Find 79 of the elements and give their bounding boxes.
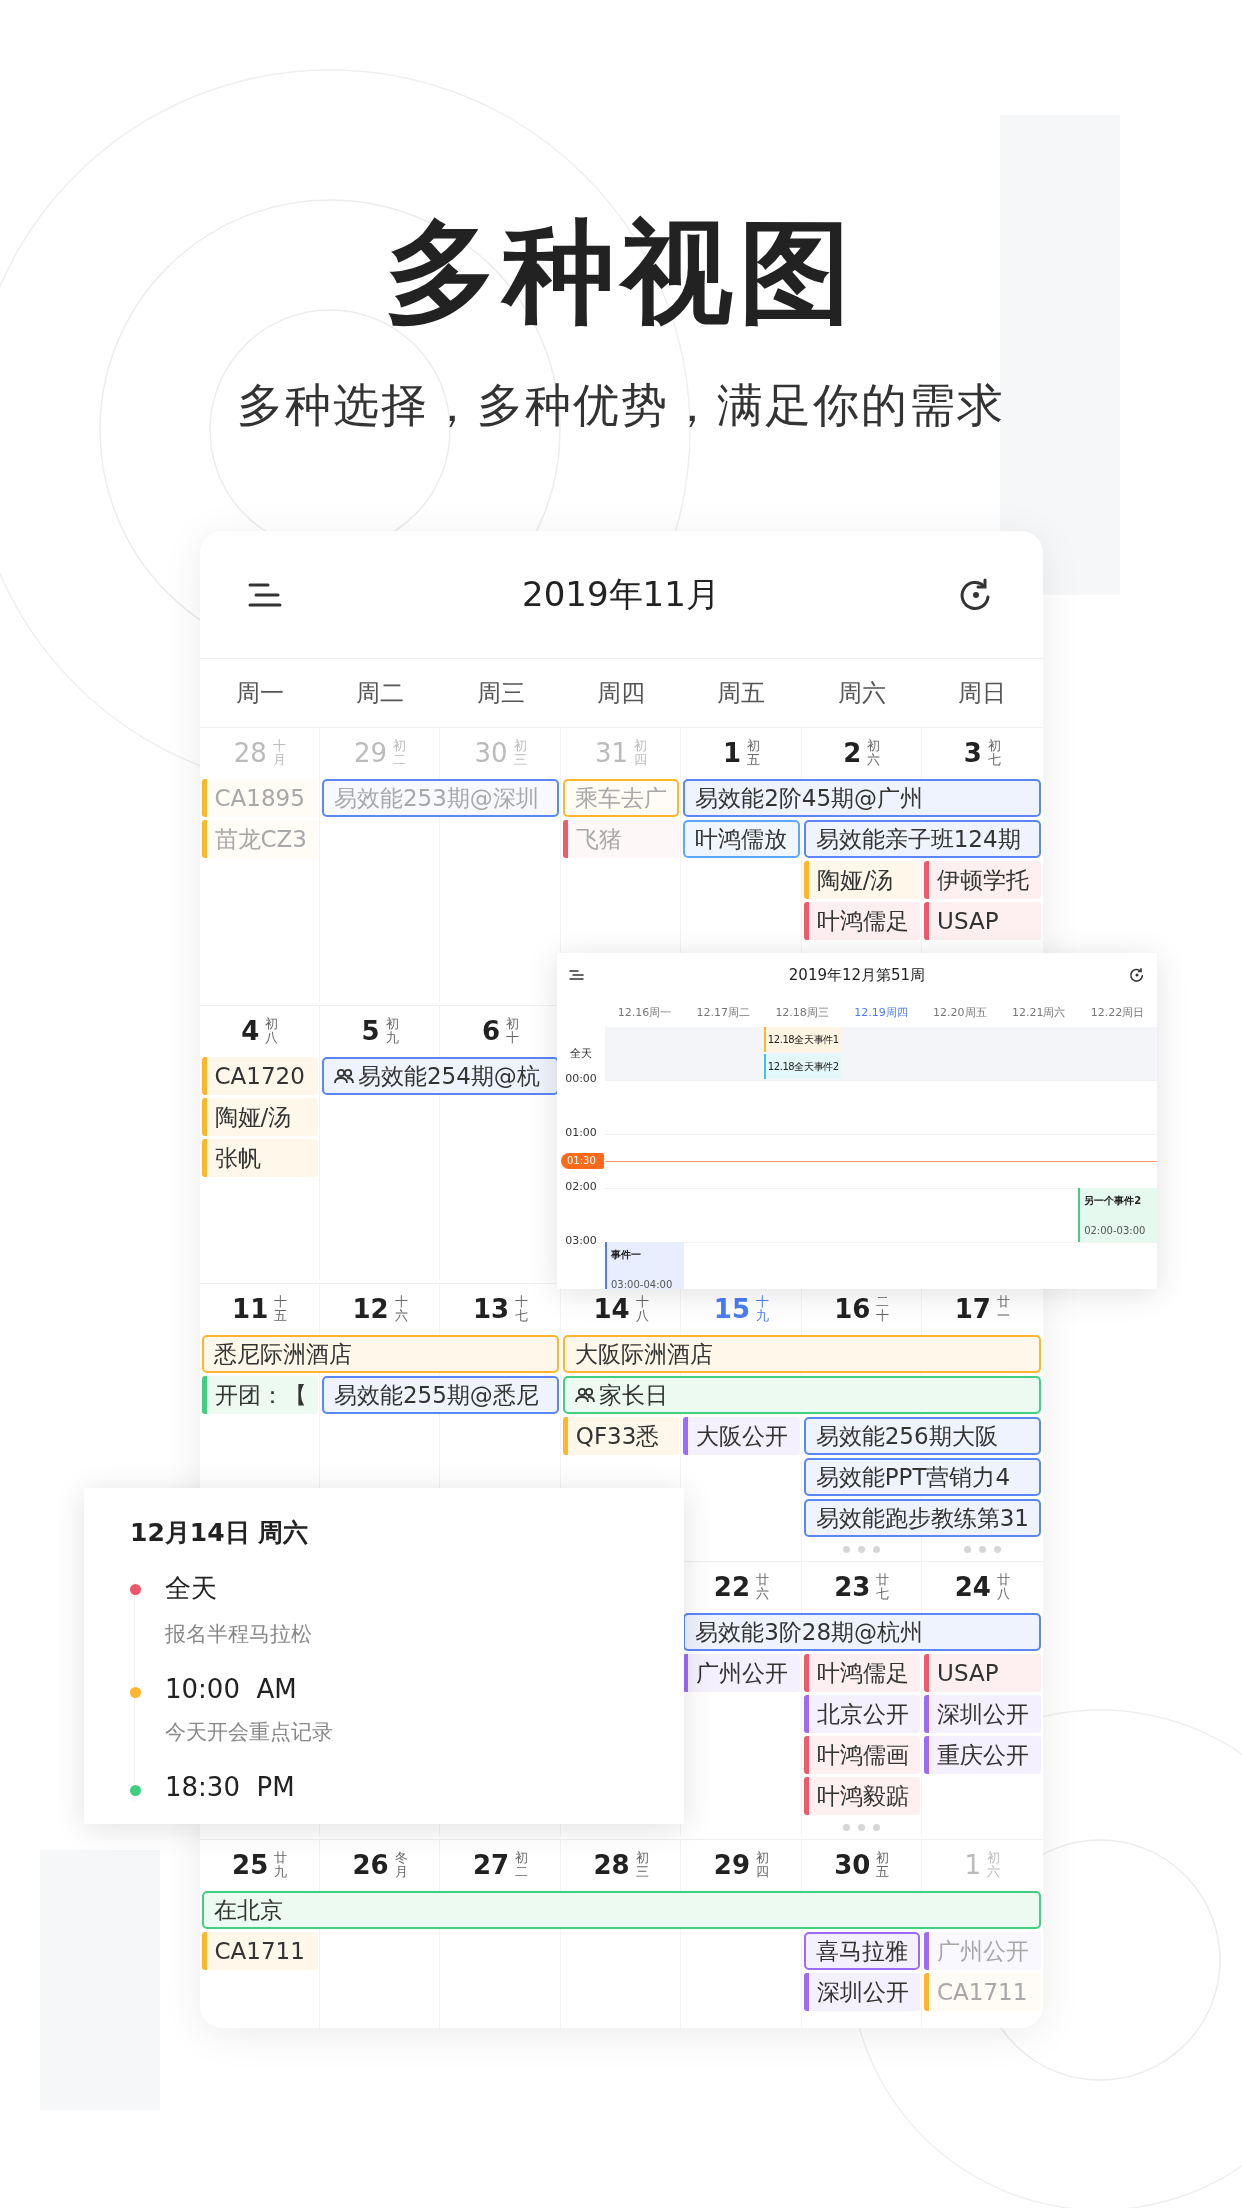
day-tab[interactable]: 12.18周三 xyxy=(762,1004,842,1020)
all-day-event[interactable]: 12.18全天事件2 xyxy=(763,1054,841,1079)
all-day-label: 全天 xyxy=(570,1046,592,1061)
event-title: 事件一 xyxy=(611,1248,642,1262)
hour-label: 01:00 xyxy=(565,1126,597,1139)
calendar-event[interactable]: 叶鸿儒放 xyxy=(683,820,800,859)
weekday-label: 周三 xyxy=(475,678,526,710)
current-time-badge: 01:30 xyxy=(561,1153,604,1169)
event-note: 今天开会重点记录 xyxy=(165,1719,333,1746)
calendar-event[interactable]: 易效能256期大阪 xyxy=(803,1417,1041,1456)
event-time: 全天 xyxy=(165,1572,218,1605)
weekday-label: 周六 xyxy=(836,678,887,710)
calendar-event[interactable]: 张帆 xyxy=(201,1139,318,1178)
weekday-label: 周五 xyxy=(716,678,767,710)
calendar-event[interactable]: 易效能2阶45期@广州 xyxy=(683,779,1041,818)
calendar-event[interactable]: USAP xyxy=(924,902,1041,941)
calendar-event[interactable]: 大阪公开 xyxy=(683,1417,800,1456)
day-tab[interactable]: 12.21周六 xyxy=(999,1004,1079,1020)
calendar-event[interactable]: 北京公开 xyxy=(803,1695,921,1734)
refresh-icon[interactable] xyxy=(1129,967,1145,983)
calendar-event[interactable]: 广州公开 xyxy=(683,1654,800,1693)
hour-label: 00:00 xyxy=(565,1072,597,1085)
calendar-event[interactable]: 陶娅/汤 xyxy=(803,861,921,900)
calendar-event[interactable]: 叶鸿儒画 xyxy=(803,1736,921,1775)
calendar-event[interactable]: 伊顿学托 xyxy=(924,861,1041,900)
more-dots-icon[interactable] xyxy=(963,1545,1001,1553)
event-note: 报名半程马拉松 xyxy=(165,1621,312,1648)
calendar-event[interactable]: 叶鸿儒足 xyxy=(803,1654,921,1693)
calendar-event[interactable]: 易效能跑步教练第31 xyxy=(803,1499,1041,1538)
event-time: 18:30 PM xyxy=(165,1772,295,1802)
calendar-event[interactable]: 易效能亲子班124期 xyxy=(803,820,1041,859)
day-tab[interactable]: 12.22周日 xyxy=(1078,1004,1157,1020)
calendar-event[interactable]: 深圳公开 xyxy=(803,1973,921,2012)
page-subtitle: 多种选择，多种优势，满足你的需求 xyxy=(237,377,1005,435)
calendar-event[interactable]: 悉尼际洲酒店 xyxy=(201,1335,559,1374)
calendar-event[interactable]: 易效能PPT营销力4 xyxy=(803,1458,1041,1497)
calendar-event[interactable]: 喜马拉雅 xyxy=(803,1932,921,1971)
day-tab[interactable]: 12.19周四 xyxy=(841,1004,921,1020)
day-tab[interactable]: 12.20周五 xyxy=(920,1004,1000,1020)
timed-event[interactable]: 事件一 03:00-04:00 xyxy=(605,1242,684,1289)
calendar-event[interactable]: USAP xyxy=(924,1654,1041,1693)
page-title: 多种视图 xyxy=(385,206,857,339)
event-title: 另一个事件2 xyxy=(1084,1194,1143,1208)
weekday-label: 周二 xyxy=(355,678,406,710)
day-tab[interactable]: 12.16周一 xyxy=(605,1004,684,1020)
calendar-event[interactable]: 大阪际洲酒店 xyxy=(562,1335,1041,1374)
more-dots-icon[interactable] xyxy=(843,1545,881,1553)
calendar-event[interactable]: 易效能254期@杭 xyxy=(321,1057,559,1096)
day-tab[interactable]: 12.17周二 xyxy=(683,1004,763,1020)
calendar-event[interactable]: QF33悉 xyxy=(562,1417,680,1456)
event-time: 10:00 AM xyxy=(165,1674,298,1704)
calendar-event[interactable]: 叶鸿儒足 xyxy=(803,902,921,941)
calendar-event[interactable]: 开团：【 xyxy=(201,1376,318,1415)
month-title: 2019年11月 xyxy=(522,572,720,616)
calendar-event[interactable]: 深圳公开 xyxy=(924,1695,1041,1734)
week-title: 2019年12月第51周 xyxy=(788,965,926,985)
calendar-event[interactable]: 叶鸿毅踮 xyxy=(803,1777,921,1816)
event-time: 02:00-03:00 xyxy=(1084,1225,1147,1236)
menu-icon[interactable] xyxy=(569,969,585,981)
day-title: 12月14日 周六 xyxy=(130,1517,310,1549)
calendar-event[interactable]: 易效能255期@悉尼 xyxy=(321,1376,559,1415)
calendar-event[interactable]: 易效能3阶28期@杭州 xyxy=(683,1613,1041,1652)
timed-event[interactable]: 另一个事件2 02:00-03:00 xyxy=(1078,1188,1157,1242)
people-icon xyxy=(333,1068,354,1085)
calendar-event[interactable]: 重庆公开 xyxy=(924,1736,1041,1775)
all-day-event[interactable]: 12.18全天事件1 xyxy=(763,1027,841,1052)
event-time: 03:00-04:00 xyxy=(611,1279,674,1289)
calendar-event[interactable]: 家长日 xyxy=(562,1376,1041,1415)
weekday-label: 周四 xyxy=(596,678,646,710)
calendar-event[interactable]: CA1711 xyxy=(201,1932,318,1971)
more-dots-icon[interactable] xyxy=(843,1823,881,1831)
weekday-label: 周一 xyxy=(234,678,285,710)
weekday-label: 周日 xyxy=(957,678,1008,710)
hour-label: 03:00 xyxy=(565,1234,597,1247)
calendar-event[interactable]: 陶娅/汤 xyxy=(201,1098,318,1137)
hour-label: 02:00 xyxy=(565,1180,597,1193)
people-icon xyxy=(574,1387,595,1404)
calendar-event[interactable]: 在北京 xyxy=(201,1891,1041,1930)
calendar-event[interactable]: CA1720 xyxy=(201,1057,318,1096)
